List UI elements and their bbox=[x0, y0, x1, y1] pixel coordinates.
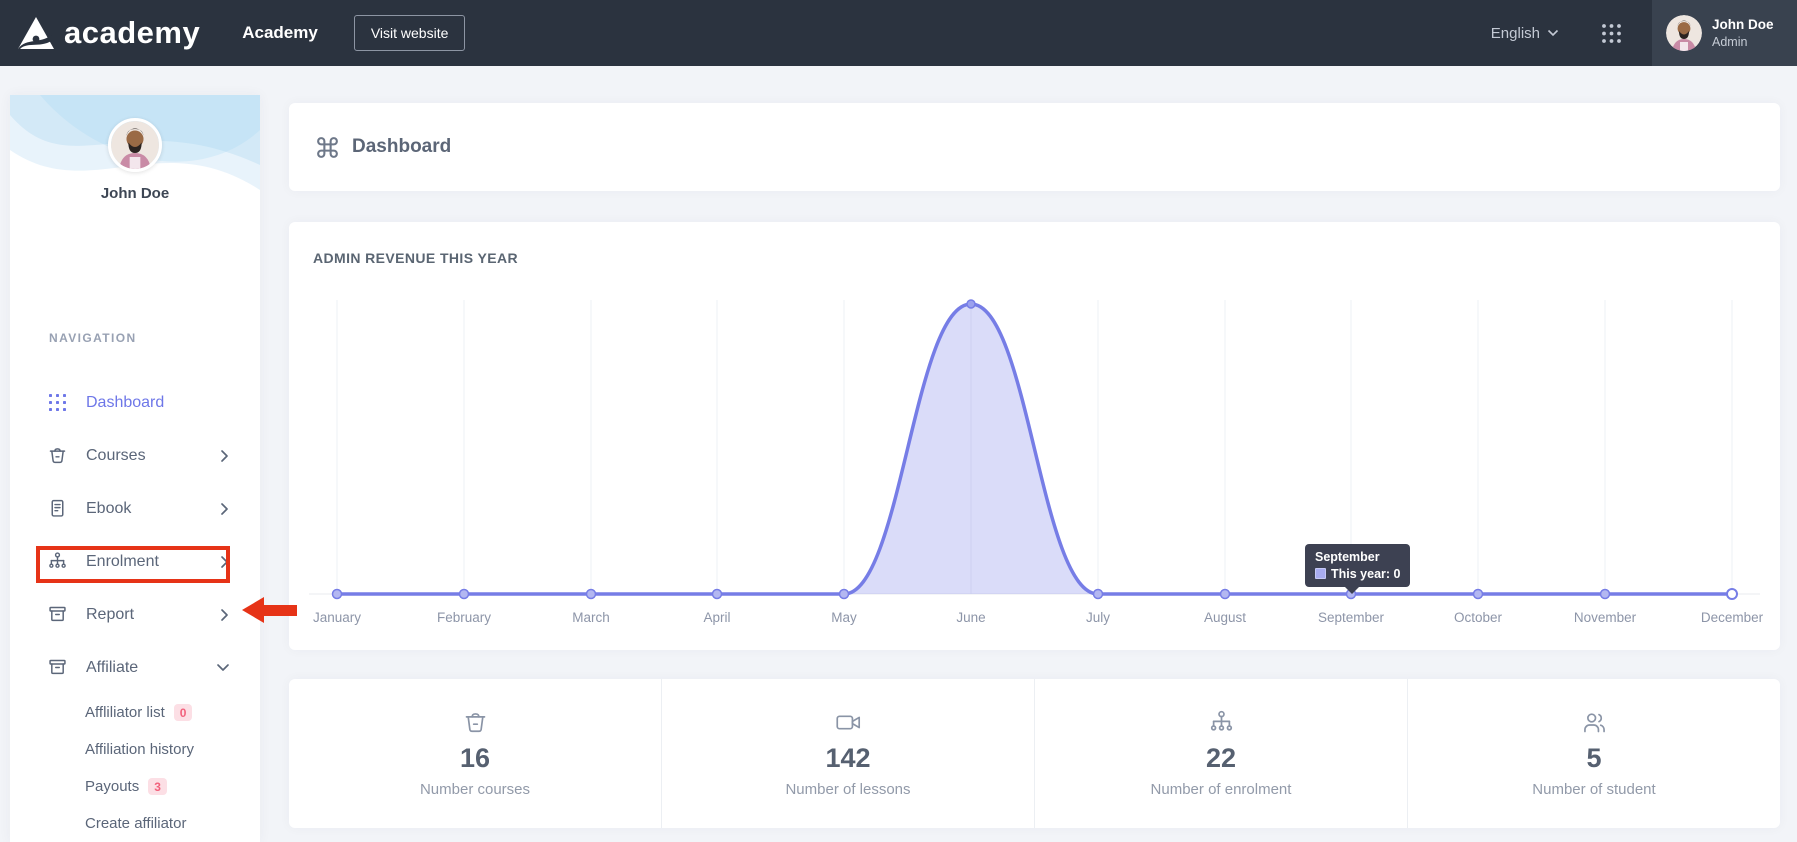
revenue-chart-card: ADMIN REVENUE THIS YEAR bbox=[289, 222, 1780, 650]
language-label: English bbox=[1491, 25, 1540, 42]
basket-icon bbox=[46, 445, 68, 466]
language-dropdown[interactable]: English bbox=[1491, 25, 1559, 42]
top-navbar: academy Academy Visit website English bbox=[0, 0, 1797, 66]
user-role: Admin bbox=[1712, 34, 1774, 50]
archive-icon bbox=[46, 604, 68, 625]
sidebar-item-label: Affiliate bbox=[86, 659, 138, 677]
tooltip-month: September bbox=[1315, 549, 1400, 567]
x-axis-label: January bbox=[313, 610, 361, 625]
stat-label: Number of enrolment bbox=[1151, 781, 1292, 798]
sidebar-subitem-payouts[interactable]: Payouts 3 bbox=[10, 768, 260, 805]
sidebar-item-dashboard[interactable]: Dashboard bbox=[10, 376, 260, 429]
stat-value: 16 bbox=[460, 743, 490, 774]
users-icon bbox=[1581, 709, 1608, 736]
stat-label: Number of student bbox=[1532, 781, 1655, 798]
sitemap-icon bbox=[1208, 709, 1235, 736]
command-icon bbox=[315, 135, 340, 160]
x-axis-label: July bbox=[1086, 610, 1110, 625]
brand-logo[interactable]: academy bbox=[16, 15, 200, 51]
chevron-right-icon bbox=[219, 502, 230, 516]
video-icon bbox=[835, 709, 862, 736]
stat-card-students[interactable]: 5 Number of student bbox=[1408, 679, 1780, 828]
x-axis-labels: January February March April May June Ju… bbox=[313, 610, 1764, 625]
sidebar-item-ebook[interactable]: Ebook bbox=[10, 482, 260, 535]
stats-row: 16 Number courses 142 Number of lessons … bbox=[289, 679, 1780, 828]
app-root: academy Academy Visit website English bbox=[0, 0, 1797, 842]
stat-card-enrolment[interactable]: 22 Number of enrolment bbox=[1035, 679, 1408, 828]
count-badge: 3 bbox=[148, 778, 167, 795]
x-axis-label: November bbox=[1574, 610, 1637, 625]
sidebar-item-report[interactable]: Report bbox=[10, 588, 260, 641]
user-avatar bbox=[1666, 15, 1702, 51]
profile-name: John Doe bbox=[10, 185, 260, 202]
x-axis-label: March bbox=[572, 610, 610, 625]
sidebar-item-label: Courses bbox=[86, 447, 146, 465]
sitemap-icon bbox=[46, 551, 68, 572]
tooltip-pointer bbox=[1345, 587, 1359, 594]
user-menu[interactable]: John Doe Admin bbox=[1652, 0, 1797, 66]
revenue-area-chart[interactable]: January February March April May June Ju… bbox=[289, 292, 1780, 632]
x-axis-label: December bbox=[1701, 610, 1764, 625]
sidebar-subitem-affiliator-list[interactable]: Affliliator list 0 bbox=[10, 694, 260, 731]
stat-label: Number of lessons bbox=[785, 781, 910, 798]
x-axis-label: February bbox=[437, 610, 491, 625]
page-header-card: Dashboard bbox=[289, 103, 1780, 191]
academy-logo-icon bbox=[16, 15, 56, 51]
page-title: Dashboard bbox=[352, 136, 451, 158]
x-axis-label: May bbox=[831, 610, 857, 625]
archive-icon bbox=[46, 657, 68, 678]
sidebar-item-affiliate[interactable]: Affiliate bbox=[10, 641, 260, 694]
sidebar-item-label: Enrolment bbox=[86, 553, 159, 571]
sidebar-item-courses[interactable]: Courses bbox=[10, 429, 260, 482]
submenu-label: Affliliator list bbox=[85, 704, 165, 721]
chevron-right-icon bbox=[219, 449, 230, 463]
sidebar-profile: John Doe bbox=[10, 118, 260, 202]
nav-section-label: NAVIGATION bbox=[49, 331, 137, 345]
x-axis-label: October bbox=[1454, 610, 1503, 625]
logo-text: academy bbox=[64, 15, 200, 51]
x-axis-label: June bbox=[956, 610, 985, 625]
visit-website-button[interactable]: Visit website bbox=[354, 15, 466, 51]
submenu-label: Payouts bbox=[85, 778, 139, 795]
chart-tooltip: September This year: 0 bbox=[1305, 544, 1410, 587]
sidebar-item-enrolment[interactable]: Enrolment bbox=[10, 535, 260, 588]
chevron-right-icon bbox=[219, 608, 230, 622]
x-axis-label: April bbox=[703, 610, 730, 625]
x-axis-label: September bbox=[1318, 610, 1385, 625]
stat-label: Number courses bbox=[420, 781, 530, 798]
stat-value: 142 bbox=[825, 743, 870, 774]
tooltip-series-swatch bbox=[1315, 568, 1326, 579]
chart-title: ADMIN REVENUE THIS YEAR bbox=[313, 250, 518, 266]
sidebar-item-label: Dashboard bbox=[86, 394, 164, 412]
book-icon bbox=[46, 498, 68, 519]
user-name: John Doe bbox=[1712, 16, 1774, 34]
user-info: John Doe Admin bbox=[1712, 16, 1774, 50]
tooltip-value: This year: 0 bbox=[1331, 567, 1400, 581]
sidebar-subitem-affiliation-history[interactable]: Affiliation history bbox=[10, 731, 260, 768]
chevron-right-icon bbox=[219, 555, 230, 569]
sidebar-item-label: Ebook bbox=[86, 500, 131, 518]
submenu-label: Create affiliator bbox=[85, 815, 186, 832]
count-badge: 0 bbox=[174, 704, 193, 721]
sidebar-subitem-create-affiliator[interactable]: Create affiliator bbox=[10, 805, 260, 842]
stat-value: 22 bbox=[1206, 743, 1236, 774]
profile-avatar bbox=[108, 118, 162, 172]
sidebar-item-label: Report bbox=[86, 606, 134, 624]
apps-grid-icon[interactable] bbox=[1601, 23, 1622, 44]
x-axis-label: August bbox=[1204, 610, 1246, 625]
stat-card-lessons[interactable]: 142 Number of lessons bbox=[662, 679, 1035, 828]
sidebar: John Doe NAVIGATION Dashboard bbox=[10, 95, 260, 842]
basket-icon bbox=[462, 709, 489, 736]
submenu-label: Affiliation history bbox=[85, 741, 194, 758]
tooltip-row: This year: 0 bbox=[1315, 567, 1400, 581]
app-name: Academy bbox=[242, 23, 318, 43]
chevron-down-icon bbox=[216, 662, 230, 673]
sidebar-menu: Dashboard Courses bbox=[10, 376, 260, 842]
stat-value: 5 bbox=[1586, 743, 1601, 774]
stat-card-courses[interactable]: 16 Number courses bbox=[289, 679, 662, 828]
grid-dots-icon bbox=[46, 394, 68, 411]
navbar-right: English bbox=[1491, 0, 1797, 66]
chevron-down-icon bbox=[1547, 29, 1559, 37]
